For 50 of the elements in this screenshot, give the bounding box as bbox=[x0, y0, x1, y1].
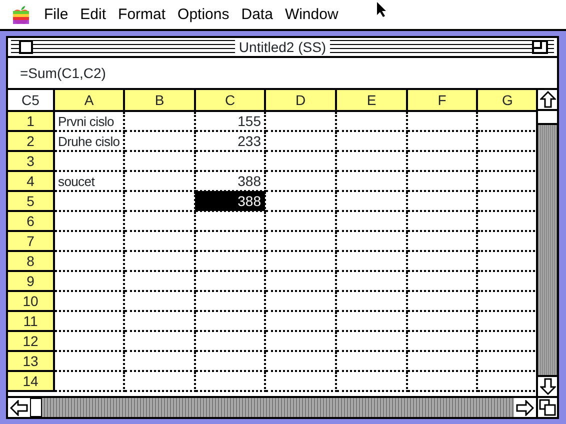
apple-icon[interactable] bbox=[12, 4, 30, 24]
scroll-up-icon[interactable] bbox=[540, 91, 556, 108]
scroll-down-icon[interactable] bbox=[540, 378, 556, 395]
row-header[interactable]: 14 bbox=[8, 371, 54, 391]
row-header[interactable]: 9 bbox=[8, 271, 54, 291]
window-title: Untitled2 (SS) bbox=[234, 40, 330, 54]
column-header[interactable]: E bbox=[336, 90, 407, 111]
row-header[interactable]: 6 bbox=[8, 211, 54, 231]
resize-icon[interactable] bbox=[539, 399, 556, 416]
scroll-right-icon[interactable] bbox=[516, 400, 534, 416]
column-header[interactable]: A bbox=[54, 90, 124, 111]
table-cell[interactable]: Prvni cislo bbox=[54, 111, 124, 131]
table-cell[interactable]: 155 bbox=[195, 111, 265, 131]
row-header[interactable]: 3 bbox=[8, 151, 54, 171]
scroll-thumb[interactable] bbox=[30, 398, 42, 417]
selected-cell[interactable]: 388 bbox=[195, 191, 265, 211]
menu-item[interactable]: File bbox=[38, 7, 74, 22]
zoom-box-icon[interactable] bbox=[532, 40, 548, 54]
row-header[interactable]: 8 bbox=[8, 251, 54, 271]
row-header[interactable]: 1 bbox=[8, 111, 54, 131]
row-header[interactable]: 13 bbox=[8, 351, 54, 371]
row-header[interactable]: 4 bbox=[8, 171, 54, 191]
scroll-thumb[interactable] bbox=[538, 111, 557, 125]
table-cell[interactable]: soucet bbox=[54, 171, 124, 191]
menu-item[interactable]: Format bbox=[112, 7, 172, 22]
column-header[interactable]: D bbox=[265, 90, 336, 111]
table-cell[interactable] bbox=[124, 111, 195, 131]
menu-item[interactable]: Options bbox=[172, 7, 236, 22]
name-box: C5 bbox=[8, 90, 54, 111]
column-header[interactable]: F bbox=[407, 90, 477, 111]
row-header[interactable]: 10 bbox=[8, 291, 54, 311]
menu-item[interactable]: Data bbox=[235, 7, 279, 22]
table-cell[interactable]: 233 bbox=[195, 131, 265, 151]
close-box-icon[interactable] bbox=[19, 40, 33, 54]
row-header[interactable]: 11 bbox=[8, 311, 54, 331]
row-header[interactable]: 5 bbox=[8, 191, 54, 211]
column-header[interactable]: C bbox=[195, 90, 265, 111]
row-header[interactable]: 2 bbox=[8, 131, 54, 151]
row-header[interactable]: 7 bbox=[8, 231, 54, 251]
menu-item[interactable]: Window bbox=[278, 7, 344, 22]
column-header[interactable]: B bbox=[124, 90, 195, 111]
table-cell[interactable] bbox=[54, 191, 124, 211]
formula-field[interactable]: =Sum(C1,C2) bbox=[20, 62, 106, 84]
column-header[interactable]: G bbox=[477, 90, 536, 111]
table-cell[interactable] bbox=[124, 171, 195, 191]
row-header[interactable]: 12 bbox=[8, 331, 54, 351]
scroll-left-icon[interactable] bbox=[10, 400, 28, 416]
menu-item[interactable]: Edit bbox=[74, 7, 112, 22]
table-cell[interactable]: Druhe cislo bbox=[54, 131, 124, 151]
table-cell[interactable] bbox=[124, 131, 195, 151]
